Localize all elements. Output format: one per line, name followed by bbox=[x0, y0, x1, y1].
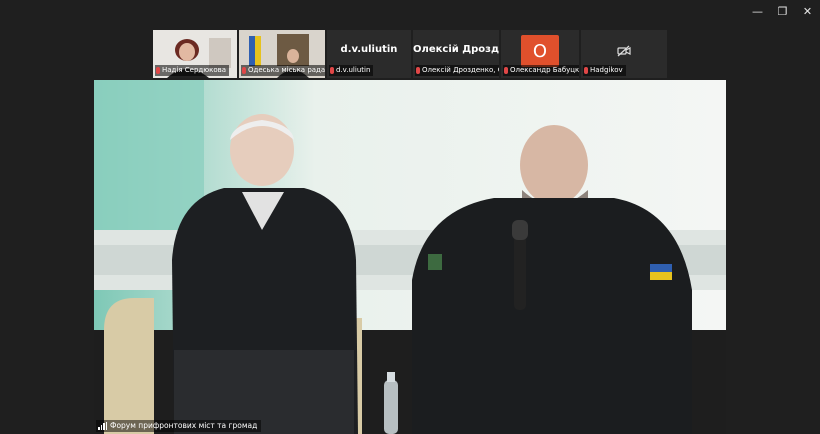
participant-tile[interactable]: Одеська міська рада bbox=[239, 30, 325, 78]
stage-video-frame bbox=[94, 80, 726, 434]
mic-muted-icon bbox=[416, 67, 420, 74]
participant-name: Hadgikov bbox=[590, 66, 623, 74]
participant-tile[interactable]: d.v.uliutin d.v.uliutin bbox=[327, 30, 411, 78]
participant-tile[interactable]: O Олександр Бабуцкий bbox=[501, 30, 579, 78]
mic-muted-icon bbox=[504, 67, 508, 74]
participant-display-name: d.v.uliutin bbox=[340, 44, 398, 55]
mic-muted-icon bbox=[156, 67, 160, 74]
main-video-caption: Форум прифронтових міст та громад bbox=[96, 420, 262, 432]
participant-name-tag: Одеська міська рада bbox=[241, 65, 325, 76]
restore-button[interactable]: ❐ bbox=[770, 0, 795, 22]
participant-tile[interactable]: Надія Сердюкова bbox=[153, 30, 237, 78]
participant-name-tag: Олександр Бабуцкий bbox=[503, 65, 579, 76]
main-video-name: Форум прифронтових міст та громад bbox=[110, 421, 258, 430]
participant-avatar: O bbox=[521, 35, 559, 67]
window-controls: — ❐ ✕ bbox=[745, 0, 820, 22]
participant-name: Олександр Бабуцкий bbox=[510, 66, 579, 74]
participant-name: Надія Сердюкова bbox=[162, 66, 227, 74]
participant-tile[interactable]: Hadgikov bbox=[581, 30, 667, 78]
mic-muted-icon bbox=[330, 67, 334, 74]
close-button[interactable]: ✕ bbox=[795, 0, 820, 22]
mic-muted-icon bbox=[242, 67, 246, 74]
participant-display-name: Олексій Дрозд... bbox=[413, 44, 499, 55]
participant-tile[interactable]: Олексій Дрозд... Олексій Дрозденко, С... bbox=[413, 30, 499, 78]
camera-off-icon bbox=[617, 45, 631, 57]
participant-name-tag: d.v.uliutin bbox=[329, 65, 374, 76]
main-video[interactable]: Форум прифронтових міст та громад bbox=[94, 80, 726, 434]
participant-name-tag: Hadgikov bbox=[583, 65, 626, 76]
participant-name: d.v.uliutin bbox=[336, 66, 371, 74]
participant-name-tag: Олексій Дрозденко, С... bbox=[415, 65, 499, 76]
signal-strength-icon bbox=[98, 422, 107, 430]
participant-name: Одеська міська рада bbox=[248, 66, 325, 74]
minimize-button[interactable]: — bbox=[745, 0, 770, 22]
participant-name: Олексій Дрозденко, С... bbox=[422, 66, 499, 74]
mic-muted-icon bbox=[584, 67, 588, 74]
participant-name-tag: Надія Сердюкова bbox=[155, 65, 230, 76]
